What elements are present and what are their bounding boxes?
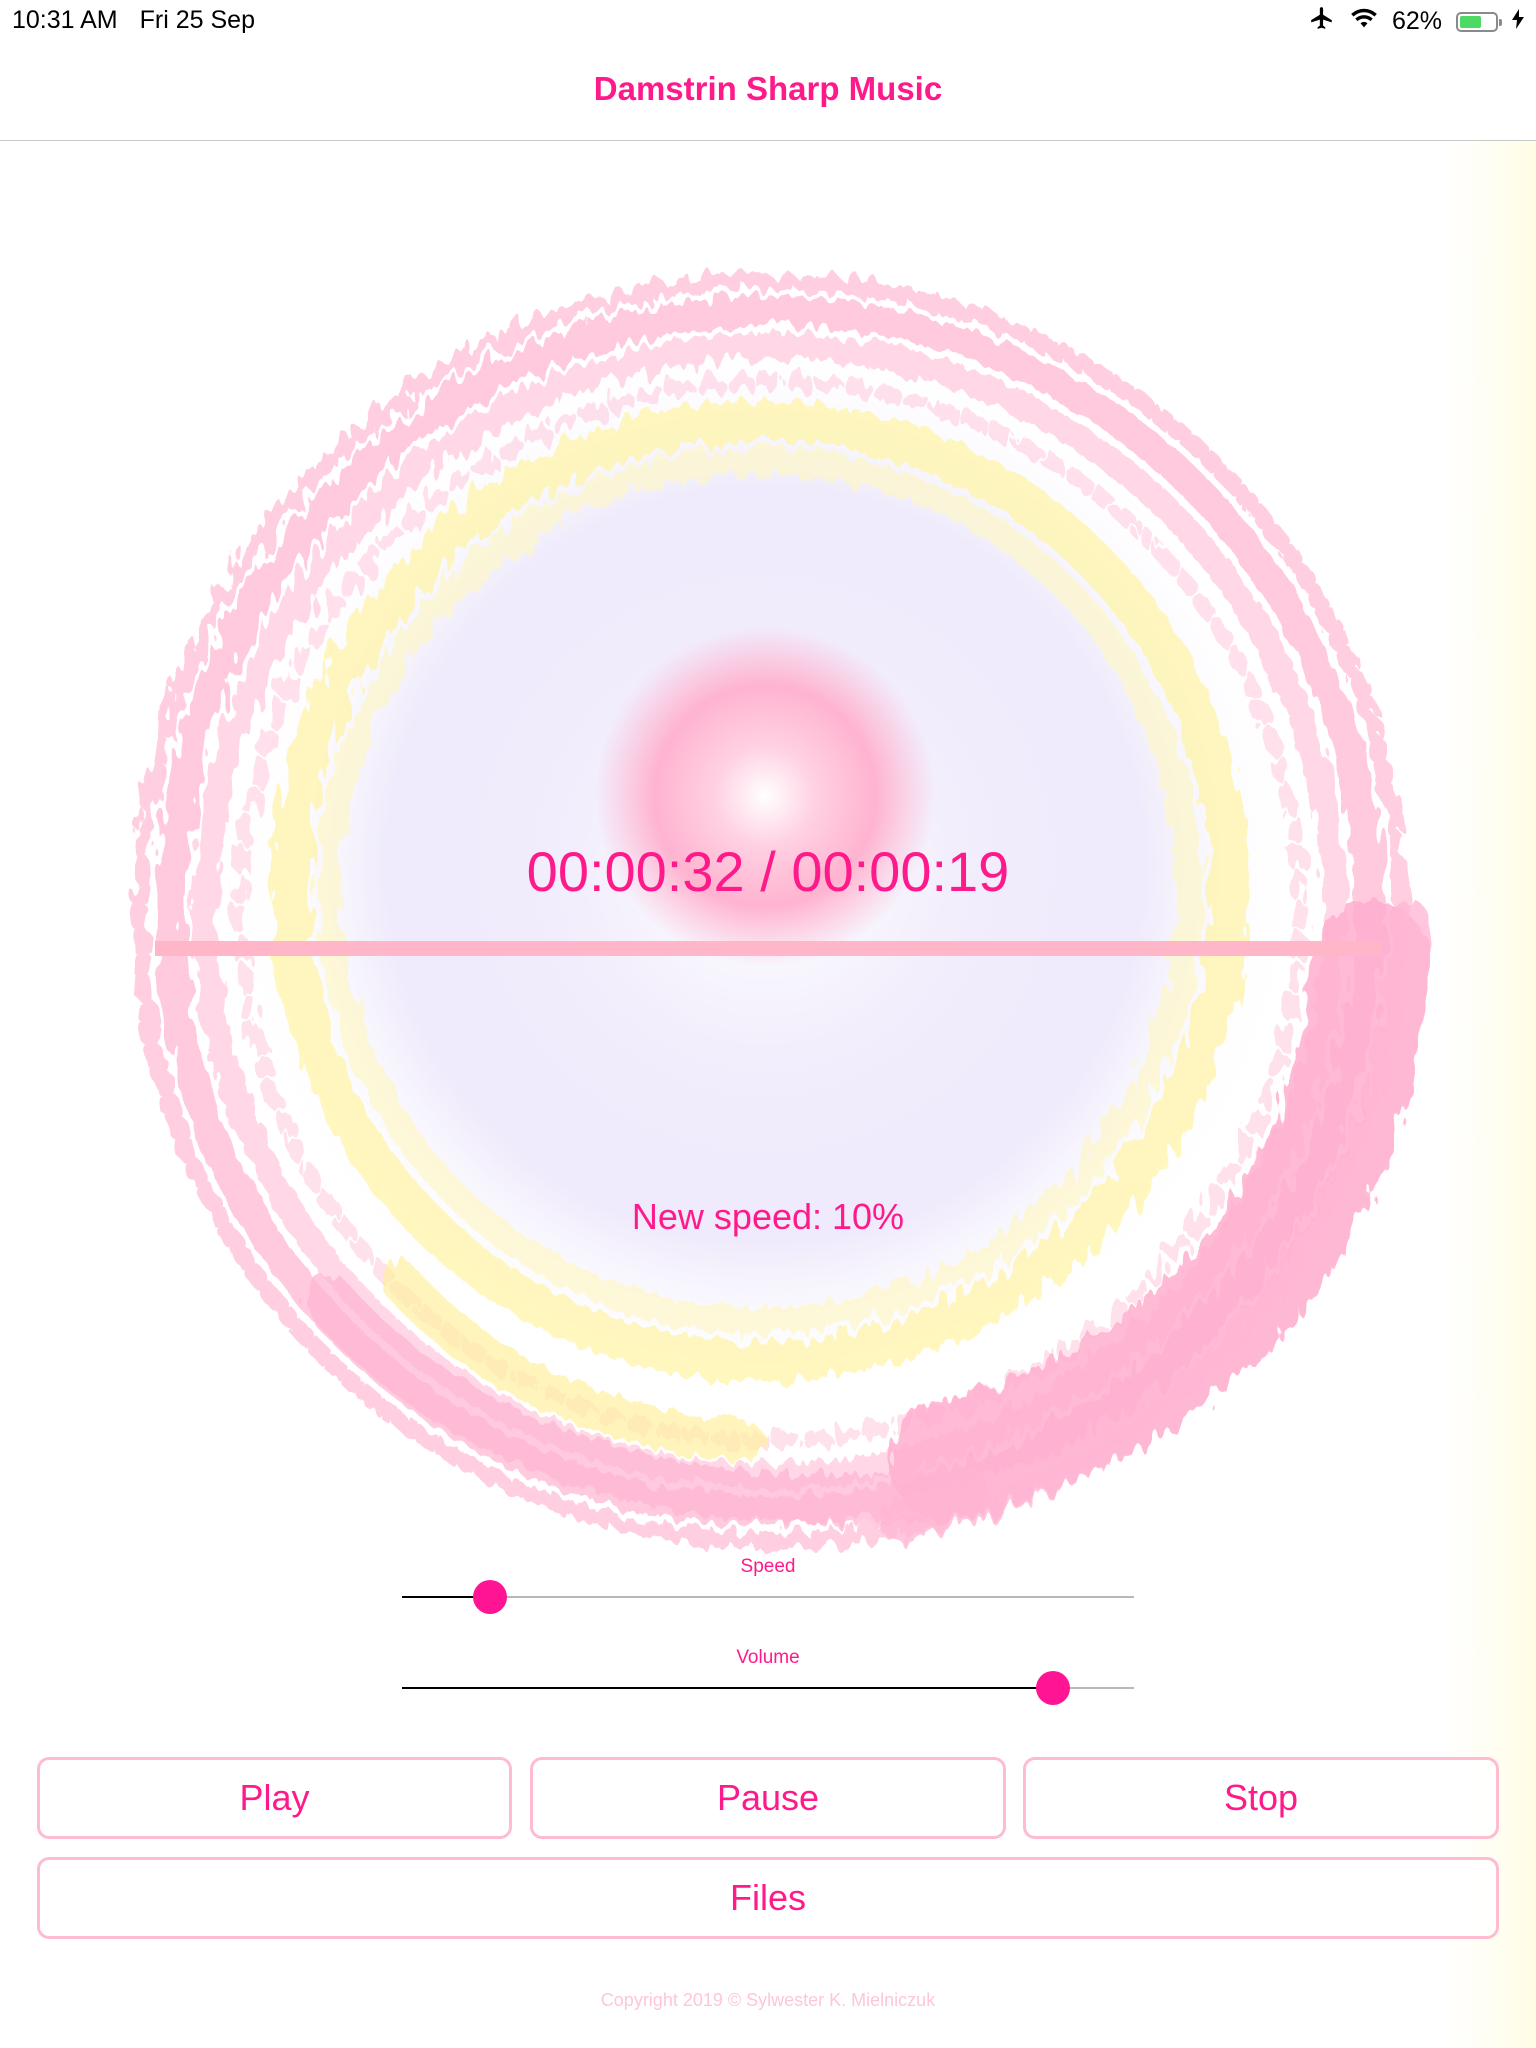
files-button[interactable]: Files <box>37 1857 1499 1939</box>
speed-status: New speed: 10% <box>631 1196 905 1237</box>
volume-slider[interactable]: Volume <box>402 1647 1134 1707</box>
speed-slider-label: Speed <box>740 1556 796 1577</box>
copyright-text: Copyright 2019 © Sylwester K. Mielniczuk <box>600 1990 936 2010</box>
playback-time: 00:00:32 / 00:00:19 <box>526 840 1010 903</box>
page-title: Damstrin Sharp Music <box>593 70 943 107</box>
playback-progress-fill <box>155 941 1381 956</box>
airplane-icon <box>1308 5 1336 38</box>
volume-slider-fill <box>402 1687 1054 1689</box>
status-left: 10:31 AM Fri 25 Sep <box>12 6 255 35</box>
speed-slider-thumb[interactable] <box>472 1580 507 1614</box>
charging-bolt-icon <box>1512 7 1524 36</box>
navigation-bar: Damstrin Sharp Music <box>0 40 1536 141</box>
player-view: 00:00:32 / 00:00:19 New speed: 10% Speed… <box>0 141 1536 2048</box>
battery-tip <box>1499 18 1502 26</box>
status-right: 62% <box>1308 5 1524 38</box>
battery-fill <box>1460 15 1482 28</box>
speed-slider[interactable]: Speed <box>402 1556 1134 1616</box>
volume-slider-track[interactable] <box>402 1671 1134 1705</box>
swirl-background-image <box>131 272 1430 1550</box>
status-bar: 10:31 AM Fri 25 Sep 62% <box>0 0 1536 40</box>
pause-button[interactable]: Pause <box>530 1757 1006 1839</box>
playback-progress-bar[interactable] <box>155 941 1381 956</box>
status-time: 10:31 AM <box>12 6 118 34</box>
play-button[interactable]: Play <box>37 1757 512 1839</box>
volume-slider-label: Volume <box>736 1647 800 1668</box>
status-date: Fri 25 Sep <box>139 6 255 34</box>
stop-button[interactable]: Stop <box>1023 1757 1499 1839</box>
speed-slider-track[interactable] <box>402 1580 1134 1614</box>
battery-percent: 62% <box>1391 7 1442 35</box>
battery-icon <box>1456 11 1502 32</box>
wifi-icon <box>1350 7 1378 36</box>
volume-slider-thumb[interactable] <box>1036 1671 1071 1705</box>
